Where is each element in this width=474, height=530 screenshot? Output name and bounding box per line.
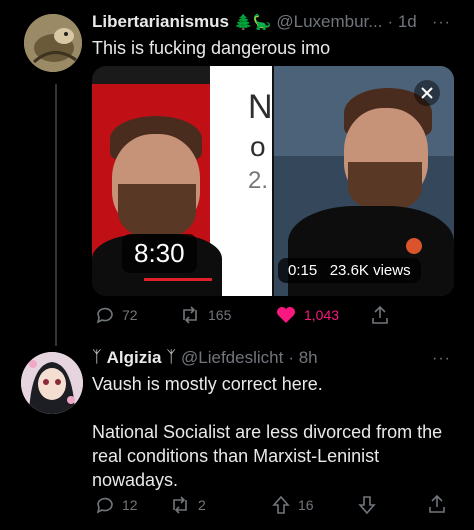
downvote-arrow-icon [358, 495, 376, 515]
retweet-icon [170, 496, 190, 514]
overlay-letter-n: N [248, 88, 273, 126]
person-beard [118, 184, 196, 240]
share-icon [428, 494, 446, 514]
downvote-button[interactable] [358, 495, 376, 515]
timestamp[interactable]: · 8h [288, 348, 317, 368]
video-time: 0:15 [288, 262, 318, 279]
author-handle[interactable]: @Luxembur... [276, 12, 382, 32]
upvote-arrow-icon [272, 495, 290, 515]
upvote-count: 16 [298, 497, 314, 513]
like-button[interactable]: 1,043 [276, 306, 339, 324]
author-name[interactable]: Libertarianismus [92, 12, 229, 32]
avatar-image [24, 14, 82, 72]
tweet-text-line: nowadays. [92, 470, 179, 490]
author-name[interactable]: Algizia [107, 348, 162, 368]
dismiss-media-icon[interactable] [414, 80, 440, 106]
shirt-flower-print [406, 238, 422, 254]
author-handle[interactable]: @Liefdeslicht [181, 348, 283, 368]
name-rune-suffix: ᛉ [166, 349, 177, 366]
progress-bar [144, 278, 212, 281]
share-icon [371, 305, 389, 325]
share-button[interactable] [371, 305, 389, 325]
more-options-icon[interactable]: ··· [432, 14, 451, 32]
retweet-count: 165 [208, 307, 232, 323]
thread-connector-line [55, 84, 57, 346]
tweet-text-line: National Socialist are less divorced fro… [92, 422, 443, 442]
tweet-media[interactable]: N o 2. 8:30 0:15 23.6K views [92, 66, 454, 296]
overlay-letter-2: 2. [248, 167, 269, 194]
reply-button[interactable]: 72 [96, 306, 138, 324]
share-button[interactable] [428, 494, 446, 514]
tweet2-header: ᛉ Algizia ᛉ @Liefdeslicht · 8h [92, 348, 318, 368]
tweet-text-line: Vaush is mostly correct here. [92, 374, 323, 394]
tweet-text: Vaush is mostly correct here. National S… [92, 372, 442, 492]
video-duration-badge: 8:30 [122, 234, 197, 273]
heart-icon [276, 306, 296, 324]
reply-count: 72 [122, 307, 138, 323]
tweet-text-line [92, 396, 442, 420]
media-thumbnail-left: N o 2. 8:30 [92, 66, 273, 296]
overlay-letter-o: o [250, 131, 266, 162]
person-beard [348, 162, 422, 212]
retweet-icon [180, 306, 200, 324]
more-options-icon[interactable]: ··· [432, 350, 451, 368]
view-count: 23.6K views [329, 262, 411, 279]
reply-icon [96, 496, 114, 514]
video-time-views-badge: 0:15 23.6K views [278, 258, 421, 283]
name-emojis: 🌲🦕 [234, 14, 272, 31]
avatar[interactable] [21, 352, 83, 414]
reply-button[interactable]: 12 [96, 496, 138, 514]
upvote-button[interactable]: 16 [272, 495, 314, 515]
tweet1-header: Libertarianismus 🌲🦕 @Luxembur... · 1d [92, 12, 417, 32]
tweet-text-line: real conditions than Marxist-Leninist [92, 446, 380, 466]
tweet-text: This is fucking dangerous imo [92, 38, 331, 58]
avatar-image [21, 352, 83, 414]
retweet-count: 2 [198, 497, 206, 513]
reply-icon [96, 306, 114, 324]
like-count: 1,043 [304, 307, 340, 323]
retweet-button[interactable]: 2 [170, 496, 206, 514]
timestamp[interactable]: · 1d [387, 12, 416, 32]
name-rune-prefix: ᛉ [92, 349, 102, 366]
avatar[interactable] [24, 14, 82, 72]
reply-count: 12 [122, 497, 138, 513]
retweet-button[interactable]: 165 [180, 306, 231, 324]
